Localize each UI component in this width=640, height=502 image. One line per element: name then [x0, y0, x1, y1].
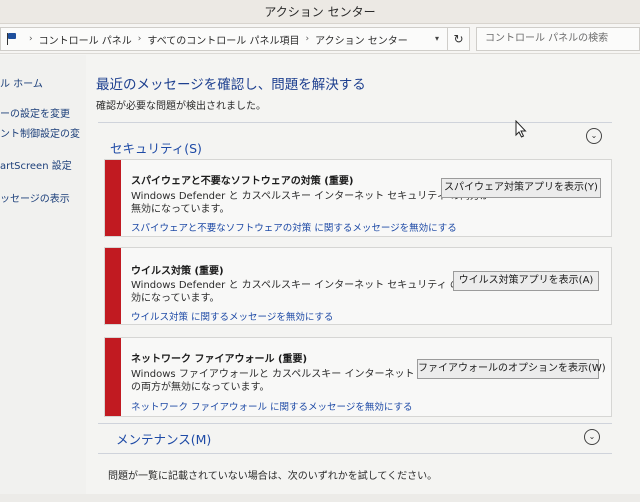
view-antivirus-button[interactable]: ウイルス対策アプリを表示(A)	[453, 271, 599, 291]
address-bar: › コントロール パネル › すべてのコントロール パネル項目 › アクション …	[0, 24, 640, 54]
window-title: アクション センター	[0, 0, 640, 24]
footer-text: 問題が一覧に記載されていない場合は、次のいずれかを試してください。	[108, 471, 438, 482]
address-dropdown-icon[interactable]: ▾	[430, 31, 444, 47]
sidebar-item-home[interactable]: ル ホーム	[0, 75, 86, 90]
divider	[98, 453, 612, 454]
view-antispyware-button[interactable]: スパイウェア対策アプリを表示(Y)	[441, 178, 601, 198]
maintenance-section-title[interactable]: メンテナンス(M)	[116, 429, 211, 448]
alert-disable-messages-link[interactable]: ネットワーク ファイアウォール に関するメッセージを無効にする	[131, 399, 412, 413]
alert-title: スパイウェアと不要なソフトウェアの対策 (重要)	[131, 176, 354, 187]
maintenance-chevron-icon[interactable]: ⌄	[584, 429, 600, 445]
breadcrumb-control-panel[interactable]: コントロール パネル	[39, 32, 132, 47]
alert-severity-bar	[105, 338, 121, 416]
breadcrumb[interactable]: › コントロール パネル › すべてのコントロール パネル項目 › アクション …	[0, 27, 448, 51]
refresh-icon[interactable]: ↻	[448, 27, 470, 51]
sidebar: ル ホーム ーの設定を変更 ント制御設定の変 artScreen 設定 ッセージ…	[0, 55, 86, 502]
alert-title: ウイルス対策 (重要)	[131, 266, 224, 277]
alert-text-line2: 効になっています。	[131, 293, 220, 304]
view-firewall-options-button[interactable]: ファイアウォールのオプションを表示(W)	[417, 359, 606, 379]
alert-disable-messages-link[interactable]: スパイウェアと不要なソフトウェアの対策 に関するメッセージを無効にする	[131, 220, 457, 234]
main-content: 最近のメッセージを確認し、問題を解決する 確認が必要な問題が検出されました。 セ…	[86, 55, 640, 502]
alert-text-line1: Windows Defender と カスペルスキー インターネット セキュリテ…	[131, 280, 500, 291]
security-section-title[interactable]: セキュリティ(S)	[110, 138, 202, 157]
alert-firewall: ネットワーク ファイアウォール (重要) Windows ファイアウォールと カ…	[104, 337, 612, 417]
sidebar-item-uac-settings[interactable]: ント制御設定の変	[0, 125, 86, 140]
alert-text-line2: の両方が無効になっています。	[131, 382, 270, 393]
breadcrumb-separator-icon[interactable]: ›	[29, 34, 33, 44]
bottom-edge	[0, 494, 640, 502]
page-title: 最近のメッセージを確認し、問題を解決する	[96, 77, 366, 93]
sidebar-item-change-settings[interactable]: ーの設定を変更	[0, 105, 86, 120]
alert-disable-messages-link[interactable]: ウイルス対策 に関するメッセージを無効にする	[131, 309, 333, 323]
alert-text-line2: 無効になっています。	[131, 204, 230, 215]
alert-spyware: スパイウェアと不要なソフトウェアの対策 (重要) Windows Defende…	[104, 159, 612, 237]
breadcrumb-action-center[interactable]: アクション センター	[315, 32, 408, 47]
alert-antivirus: ウイルス対策 (重要) Windows Defender と カスペルスキー イ…	[104, 247, 612, 325]
alert-severity-bar	[105, 160, 121, 236]
divider	[98, 122, 612, 123]
sidebar-item-smartscreen[interactable]: artScreen 設定	[0, 157, 86, 172]
alert-title: ネットワーク ファイアウォール (重要)	[131, 354, 308, 365]
action-center-flag-icon	[5, 32, 19, 46]
mouse-cursor-icon	[515, 120, 527, 138]
divider	[98, 423, 612, 424]
security-chevron-icon[interactable]: ⌄	[586, 128, 602, 144]
alert-text-line1: Windows Defender と カスペルスキー インターネット セキュリテ…	[131, 191, 490, 202]
alert-severity-bar	[105, 248, 121, 324]
page-subtitle: 確認が必要な問題が検出されました。	[96, 101, 266, 112]
breadcrumb-separator-icon[interactable]: ›	[138, 34, 142, 44]
search-input[interactable]: コントロール パネルの検索	[476, 27, 640, 51]
breadcrumb-separator-icon[interactable]: ›	[306, 34, 310, 44]
sidebar-item-archived-messages[interactable]: ッセージの表示	[0, 190, 86, 205]
breadcrumb-all-items[interactable]: すべてのコントロール パネル項目	[147, 32, 299, 47]
